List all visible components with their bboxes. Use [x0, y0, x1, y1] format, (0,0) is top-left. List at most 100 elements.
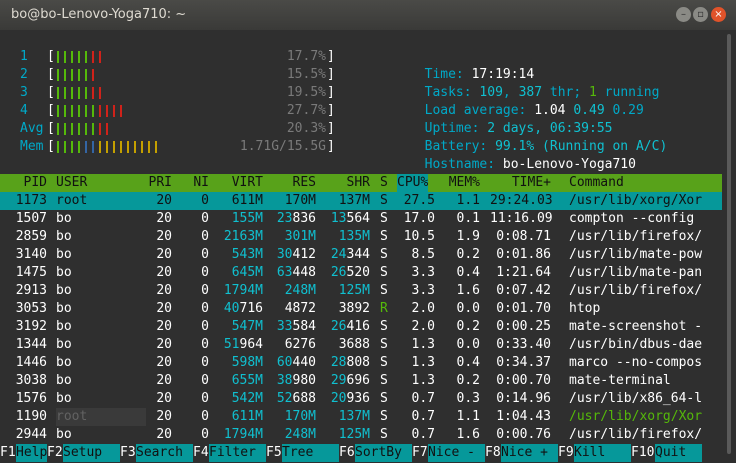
fkey-label-filter[interactable]: Filter	[209, 444, 266, 462]
meter-bar-segment	[78, 105, 80, 117]
process-row[interactable]: 3038 bo 20 0 655M 38980 29696 S 1.3 0.2 0:00.70 mat…	[0, 372, 722, 390]
process-pid: 3038	[15, 373, 47, 388]
col-pid[interactable]: PID	[0, 174, 47, 192]
process-priority: 20	[156, 283, 172, 298]
process-command: /usr/lib/xorg/Xor	[569, 193, 703, 208]
meter-bar-segment	[57, 141, 59, 153]
meter-bar-segment	[113, 141, 115, 153]
process-row[interactable]: 3192 bo 20 0 547M 33584 26416 S 2.0 0.2 0:00.25 mat…	[0, 318, 722, 336]
col-time[interactable]: TIME+	[490, 174, 551, 192]
process-row[interactable]: 3053 bo 20 0 40716 4872 3892 R 2.0 0.0 0:01.70 htop	[0, 300, 722, 318]
process-row[interactable]: 3140 bo 20 0 543M 30412 24344 S 8.5 0.2 0:01.86/us…	[0, 246, 722, 264]
process-res: 60440	[276, 355, 316, 370]
meter-bracket-open: [	[47, 121, 55, 136]
col-shr[interactable]: SHR	[322, 174, 370, 192]
fkey-label-nice[interactable]: Nice +	[501, 444, 558, 462]
process-row[interactable]: 2944 bo 20 0 1794M 248M 125M S 0.7 1.6 0:00.76/usr…	[0, 426, 722, 444]
process-shr: 24344	[330, 247, 370, 262]
process-pid: 1344	[15, 337, 47, 352]
meter-bar-segment	[106, 105, 108, 117]
process-cpu: 3.3	[411, 265, 435, 280]
meter-bar-segment	[71, 105, 73, 117]
fkey-f9[interactable]: F9	[558, 444, 574, 462]
meter-label: 3	[20, 85, 28, 100]
process-pid: 2859	[15, 229, 47, 244]
process-command: /usr/lib/mate-pow	[569, 247, 703, 262]
fkey-label-help[interactable]: Help	[16, 444, 47, 462]
process-user: bo	[56, 391, 72, 406]
process-row[interactable]: 1475 bo 20 0 645M 63448 26520 S 3.3 0.4 1:21.64/us…	[0, 264, 722, 282]
fkey-f8[interactable]: F8	[485, 444, 501, 462]
meter-bracket-close: ]	[327, 67, 335, 82]
process-user: bo	[56, 301, 72, 316]
process-row[interactable]: 1446 bo 20 0 598M 60440 28808 S 1.3 0.4 0:34.37 mar…	[0, 354, 722, 372]
process-virt: 543M	[231, 247, 263, 262]
close-icon[interactable]: ×	[711, 7, 726, 22]
col-cpu[interactable]: CPU%	[397, 174, 429, 192]
process-row[interactable]: 1576 bo 20 0 542M 52688 20936 S 0.7 0.3 0:14.96/us…	[0, 390, 722, 408]
process-shr: 125M	[338, 283, 370, 298]
process-mem: 1.1	[456, 409, 480, 424]
process-state: S	[380, 427, 388, 442]
fkey-label-nice[interactable]: Nice -	[428, 444, 485, 462]
process-nice: 0	[201, 337, 209, 352]
process-nice: 0	[201, 373, 209, 388]
col-res[interactable]: RES	[270, 174, 316, 192]
fkey-label-quit[interactable]: Quit	[655, 444, 702, 462]
process-cpu: 0.7	[411, 409, 435, 424]
minimize-icon[interactable]: –	[676, 7, 691, 22]
process-row[interactable]: 1344 bo 20 0 51964 6276 3688 S 1.3 0.0 0:33.40/usr…	[0, 336, 722, 354]
fkey-f5[interactable]: F5	[266, 444, 282, 462]
scrollbar[interactable]	[724, 30, 734, 463]
fkey-label-sortby[interactable]: SortBy	[355, 444, 412, 462]
process-command: /usr/lib/x86_64-l	[569, 391, 703, 406]
process-nice: 0	[201, 409, 209, 424]
process-state: S	[380, 283, 388, 298]
title-bar[interactable]: bo@bo-Lenovo-Yoga710: ~ – ▫ ×	[0, 0, 736, 30]
col-ni[interactable]: NI	[180, 174, 209, 192]
process-virt: 2163M	[223, 229, 263, 244]
htop-screen[interactable]: 1[17.7%] 2[15.5%] 3[19.5%] 4[27.7%] Avg[20.3…	[0, 30, 722, 463]
process-time: 0:00.70	[496, 373, 551, 388]
scrollbar-thumb[interactable]	[727, 34, 731, 454]
fkey-f2[interactable]: F2	[47, 444, 63, 462]
process-virt: 1794M	[223, 427, 263, 442]
col-mem[interactable]: MEM%	[440, 174, 480, 192]
meter-1: 1 [17.7%]	[0, 48, 340, 66]
meter-bracket-close: ]	[327, 85, 335, 100]
maximize-icon[interactable]: ▫	[693, 7, 708, 22]
process-row[interactable]: 1507 bo 20 0 155M 23836 13564 S 17.0 0.1 11:16.09 c…	[0, 210, 722, 228]
process-priority: 20	[156, 409, 172, 424]
fkey-label-search[interactable]: Search	[136, 444, 193, 462]
process-time: 0:00.76	[496, 427, 551, 442]
fkey-label-setup[interactable]: Setup	[63, 444, 120, 462]
process-nice: 0	[201, 355, 209, 370]
col-state[interactable]: S	[380, 174, 388, 192]
fkey-f3[interactable]: F3	[120, 444, 136, 462]
process-cpu: 2.0	[411, 301, 435, 316]
fkey-f4[interactable]: F4	[193, 444, 209, 462]
fkey-f1[interactable]: F1	[0, 444, 16, 462]
col-user[interactable]: USER	[56, 174, 87, 192]
meter-bar-segment	[92, 105, 94, 117]
fkey-label-kill[interactable]: Kill	[574, 444, 631, 462]
process-mem: 0.2	[456, 319, 480, 334]
process-mem: 0.0	[456, 337, 480, 352]
process-pid: 1173	[15, 193, 47, 208]
fkey-f10[interactable]: F10	[631, 444, 654, 462]
process-row[interactable]: 1173 root 20 0 611M 170M 137M S 27.5 1.1 29:24.03 /…	[0, 192, 722, 210]
process-state: S	[380, 265, 388, 280]
fkey-label-tree[interactable]: Tree	[282, 444, 339, 462]
meter-bar-segment	[134, 141, 136, 153]
process-row[interactable]: 1190 root 20 0 611M 170M 137M S 0.7 1.1 1:04.43/us…	[0, 408, 722, 426]
col-virt[interactable]: VIRT	[215, 174, 263, 192]
process-cpu: 10.5	[403, 229, 435, 244]
meter-label: 1	[20, 49, 28, 64]
process-row[interactable]: 2859 bo 20 0 2163M 301M 135M S 10.5 1.9 0:08.71/us…	[0, 228, 722, 246]
fkey-f6[interactable]: F6	[339, 444, 355, 462]
col-command[interactable]: Command	[569, 174, 624, 192]
fkey-f7[interactable]: F7	[412, 444, 428, 462]
col-pri[interactable]: PRI	[140, 174, 172, 192]
process-row[interactable]: 2913 bo 20 0 1794M 248M 125M S 3.3 1.6 0:07.42/usr…	[0, 282, 722, 300]
process-time: 0:07.42	[496, 283, 551, 298]
